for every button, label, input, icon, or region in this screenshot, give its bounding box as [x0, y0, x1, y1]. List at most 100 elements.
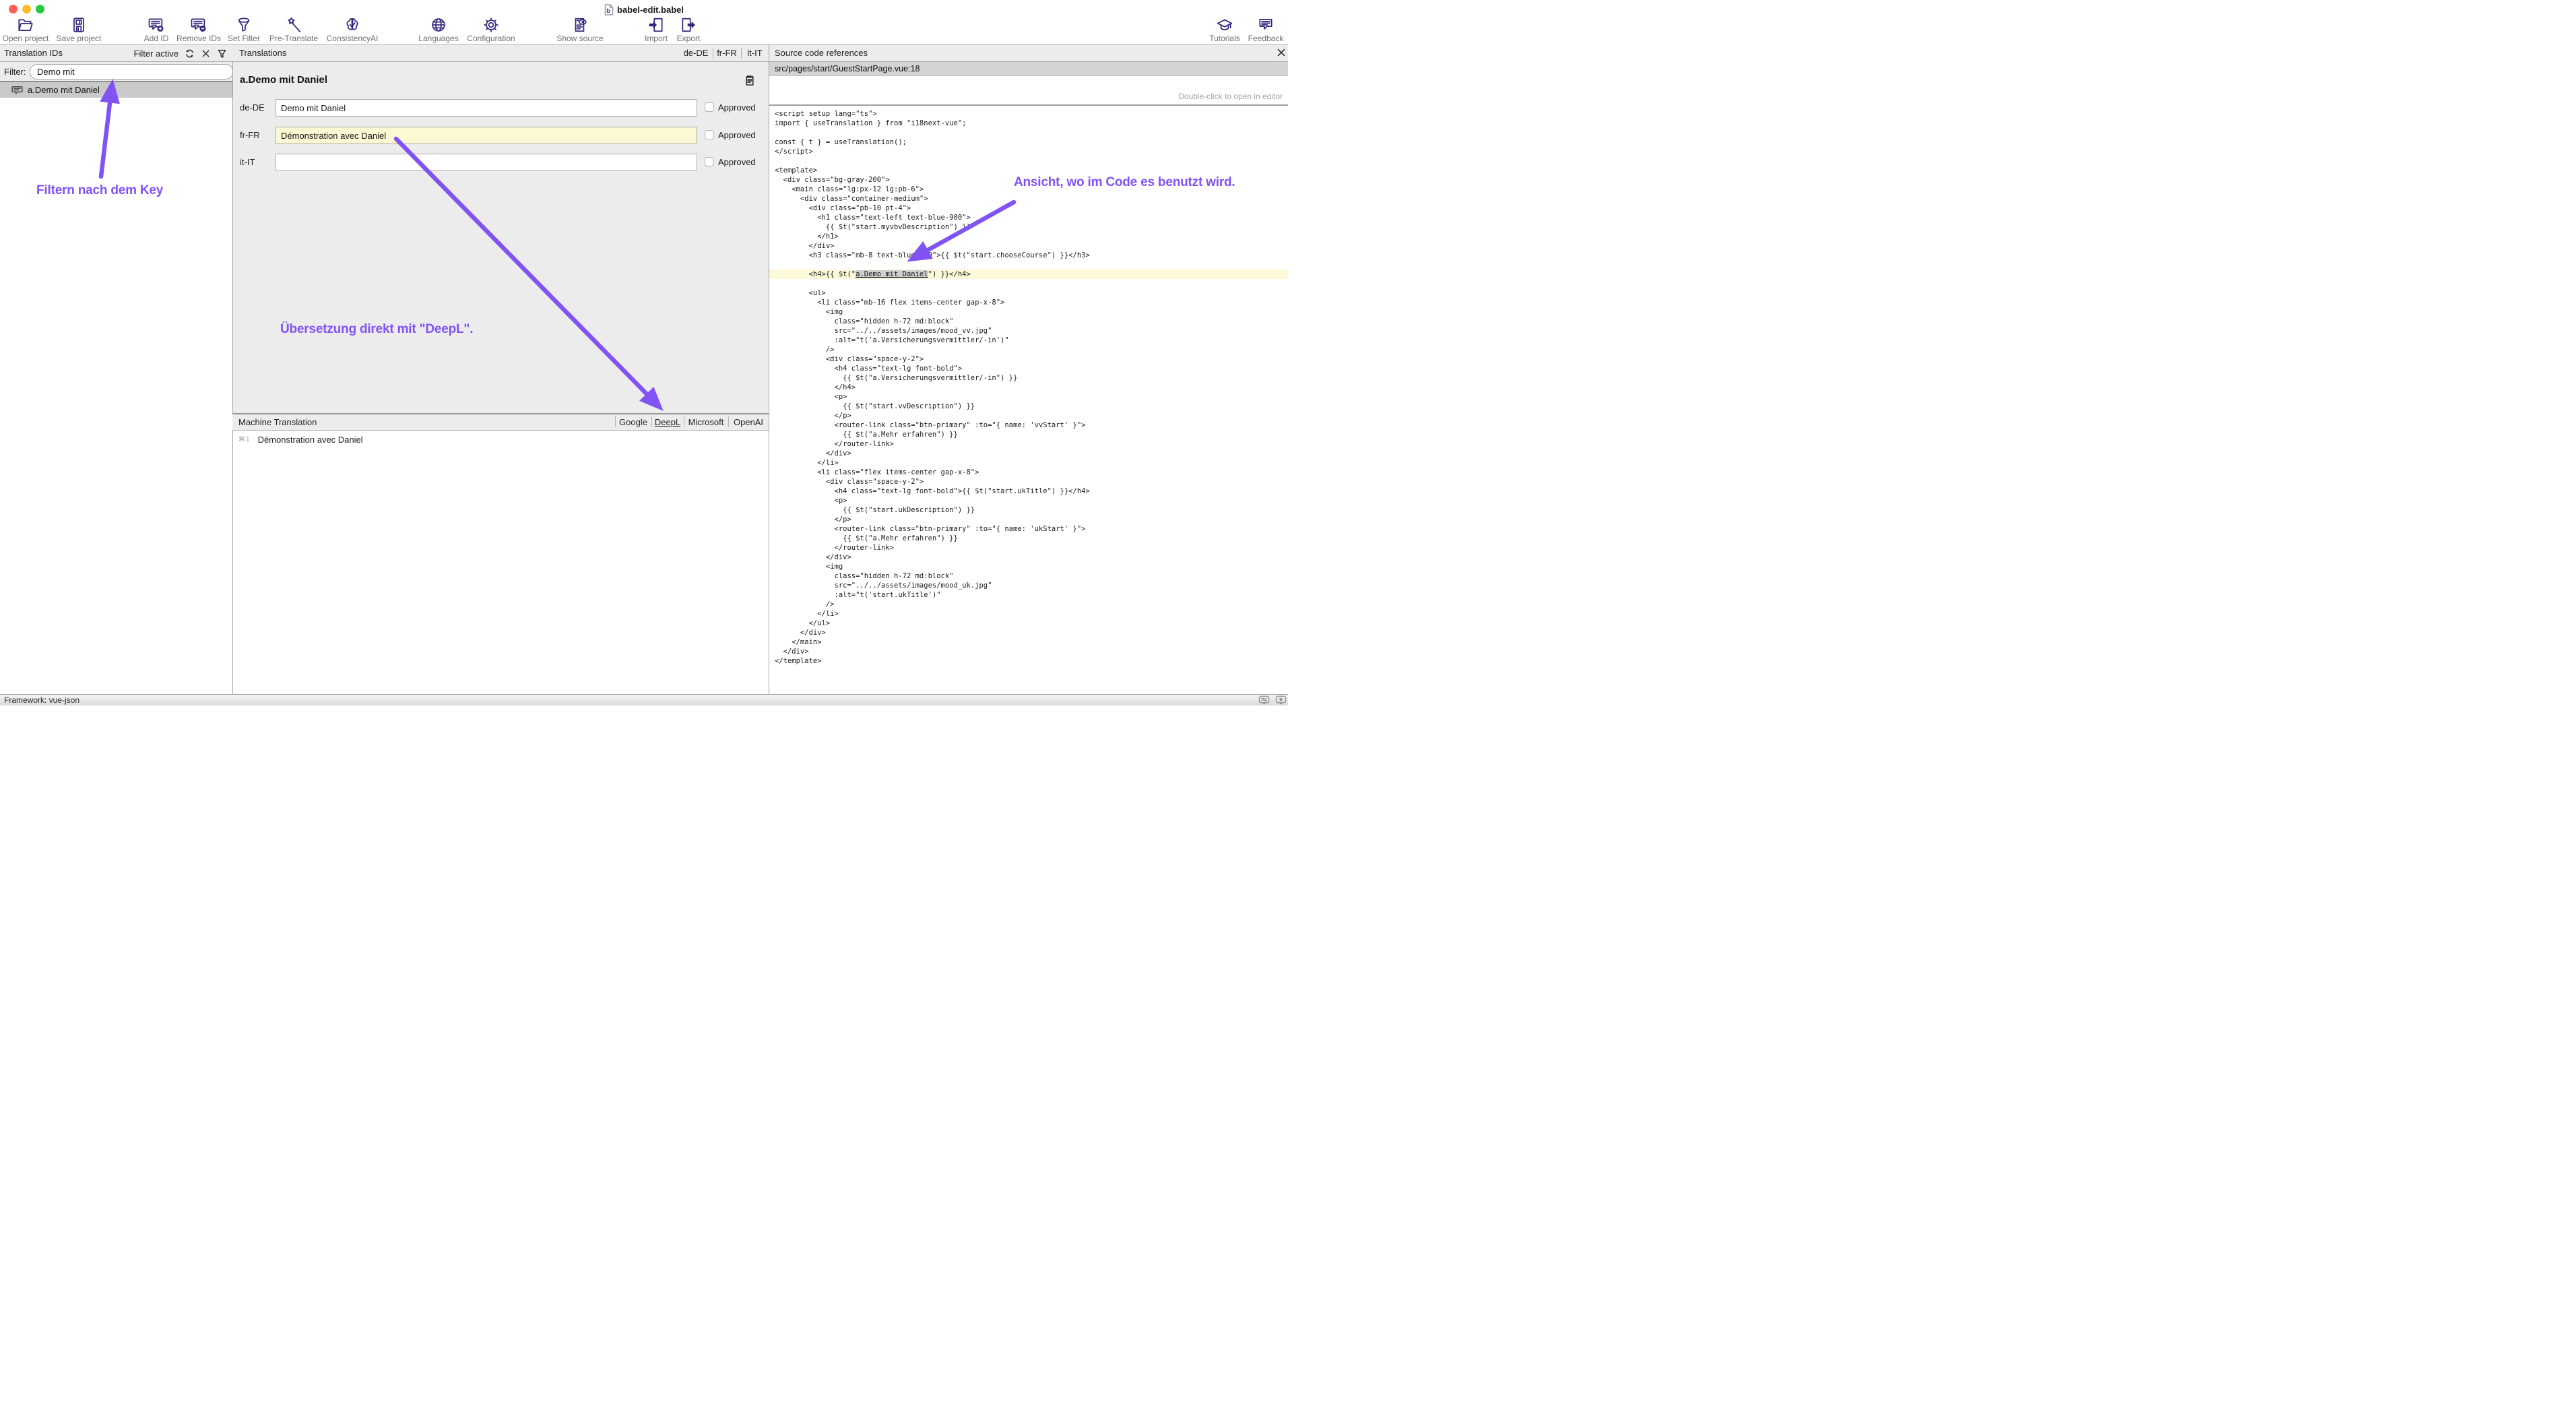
row-language-label: de-DE: [240, 102, 265, 113]
mt-provider-tab-microsoft[interactable]: Microsoft: [684, 414, 728, 430]
close-icon[interactable]: [1276, 47, 1287, 58]
filter-input[interactable]: [30, 64, 233, 80]
filter-annotation: Filtern nach dem Key: [36, 183, 163, 198]
code-line: <div class="pb-10 pt-4">: [769, 203, 1288, 213]
export-icon: [680, 16, 697, 34]
show-source-icon: [571, 16, 589, 34]
code-line: <ul>: [769, 288, 1288, 298]
code-line: </h4>: [769, 383, 1288, 392]
approved-checkbox-fr-FR[interactable]: [705, 130, 714, 139]
code-line: </div>: [769, 449, 1288, 458]
code-line: />: [769, 345, 1288, 354]
translation-key-heading: a.Demo mit Daniel: [240, 74, 327, 86]
language-tab-de-DE[interactable]: de-DE: [679, 44, 713, 61]
code-line: <div class="space-y-2">: [769, 477, 1288, 487]
code-line: {{ $t("a.Versicherungsvermittler/-in") }…: [769, 373, 1288, 383]
code-line: </p>: [769, 515, 1288, 524]
code-line-highlighted: <h4>{{ $t("a.Demo mit Daniel") }}</h4>: [769, 270, 1288, 279]
toolbar-consistencyai-button[interactable]: ConsistencyAI: [311, 16, 394, 43]
code-line: </template>: [769, 656, 1288, 666]
babeledit-window: b babel-edit.babel Open projectSave proj…: [0, 0, 1288, 706]
code-line: </div>: [769, 647, 1288, 656]
translation-id-list: a.Demo mit Daniel: [0, 82, 232, 98]
code-line: <div class="space-y-2">: [769, 354, 1288, 364]
code-line: class="hidden h-72 md:block": [769, 317, 1288, 326]
code-line: <router-link class="btn-primary" :to="{ …: [769, 420, 1288, 430]
code-line: <img: [769, 562, 1288, 571]
code-line: src="../../assets/images/mood_uk.jpg": [769, 581, 1288, 590]
approved-label: Approved: [718, 102, 756, 113]
approved-label: Approved: [718, 157, 756, 167]
code-line: <li class="flex items-center gap-x-8">: [769, 468, 1288, 477]
mt-provider-tab-openai[interactable]: OpenAI: [728, 414, 769, 430]
filter-icon[interactable]: [217, 49, 227, 59]
translation-id-item[interactable]: a.Demo mit Daniel: [0, 82, 232, 98]
mt-suggestion-text[interactable]: Démonstration avec Daniel: [258, 435, 363, 445]
code-line: src="../../assets/images/mood_vv.jpg": [769, 326, 1288, 336]
mt-tab-separator: [615, 416, 616, 427]
chat-wave-icon[interactable]: [1258, 695, 1270, 706]
language-tab-it-IT[interactable]: it-IT: [741, 44, 769, 61]
filter-arrow: [101, 86, 112, 177]
source-code-references-title: Source code references: [775, 48, 868, 58]
code-line: </p>: [769, 411, 1288, 420]
approved-label: Approved: [718, 130, 756, 140]
clear-filter-icon[interactable]: [201, 49, 211, 59]
main-toolbar: Open projectSave projectAdd IDRemove IDs…: [0, 19, 1288, 44]
code-line: <div class="container-medium">: [769, 194, 1288, 203]
toolbar-show-source-button[interactable]: Show source: [538, 16, 622, 43]
code-line: </div>: [769, 553, 1288, 562]
source-file-reference[interactable]: src/pages/start/GuestStartPage.vue:18: [769, 62, 1288, 76]
mt-provider-tab-google[interactable]: Google: [615, 414, 651, 430]
code-line: </script>: [769, 147, 1288, 156]
filter-active-label: Filter active: [134, 49, 179, 59]
comment-icon: [11, 86, 23, 95]
refresh-icon[interactable]: [185, 49, 195, 59]
code-line: <p>: [769, 496, 1288, 505]
code-line: </div>: [769, 241, 1288, 251]
toolbar-configuration-button[interactable]: Configuration: [449, 16, 533, 43]
code-line: />: [769, 600, 1288, 609]
babel-file-icon: b: [604, 4, 614, 15]
translation-ids-header: Translation IDs Filter active: [0, 44, 232, 62]
chat-star-icon[interactable]: [1275, 695, 1287, 706]
code-line: <router-link class="btn-primary" :to="{ …: [769, 524, 1288, 534]
translation-input-de-DE[interactable]: [276, 99, 697, 117]
code-line: <h1 class="text-left text-blue-900">: [769, 213, 1288, 222]
language-tab-fr-FR[interactable]: fr-FR: [713, 44, 741, 61]
code-line: [769, 128, 1288, 137]
toolbar-export-button[interactable]: Export: [647, 16, 730, 43]
translation-key-token[interactable]: a.Demo mit Daniel: [856, 270, 928, 278]
set-filter-icon: [235, 16, 253, 34]
notepad-icon[interactable]: [745, 75, 754, 86]
code-divider: [769, 104, 1288, 106]
code-line: class="hidden h-72 md:block": [769, 571, 1288, 581]
code-line: </ul>: [769, 619, 1288, 628]
pre-translate-icon: [285, 16, 302, 34]
code-line: <h4 class="text-lg font-bold">{{ $t("sta…: [769, 487, 1288, 496]
mt-provider-tab-deepl[interactable]: DeepL: [651, 414, 684, 430]
code-line: </main>: [769, 637, 1288, 647]
source-code-view[interactable]: <script setup lang="ts">import { useTran…: [769, 106, 1288, 694]
svg-text:b: b: [606, 7, 610, 14]
machine-translation-title: Machine Translation: [232, 417, 317, 427]
code-line: :alt="t('start.ukTitle')": [769, 590, 1288, 600]
translations-title: Translations: [239, 48, 286, 58]
toolbar-save-project-button[interactable]: Save project: [37, 16, 121, 43]
approved-checkbox-de-DE[interactable]: [705, 102, 714, 112]
code-line: <h4 class="text-lg font-bold">: [769, 364, 1288, 373]
approved-checkbox-it-IT[interactable]: [705, 157, 714, 166]
mt-suggestion-row[interactable]: ⌘1 Démonstration avec Daniel: [238, 435, 363, 445]
code-line: const { t } = useTranslation();: [769, 137, 1288, 147]
row-language-label: it-IT: [240, 157, 255, 167]
code-line: [769, 279, 1288, 288]
deepl-annotation: Übersetzung direkt mit "DeepL".: [280, 322, 473, 337]
toolbar-feedback-button[interactable]: Feedback: [1224, 16, 1288, 43]
code-annotation: Ansicht, wo im Code es benutzt wird.: [1014, 175, 1235, 190]
translation-input-it-IT[interactable]: [276, 154, 697, 171]
mt-shortcut-badge: ⌘1: [238, 436, 251, 443]
code-line: <li class="mb-16 flex items-center gap-x…: [769, 298, 1288, 307]
code-line: {{ $t("start.vvDescription") }}: [769, 402, 1288, 411]
translation-input-fr-FR[interactable]: [276, 127, 697, 144]
code-line: <h3 class="mb-8 text-blue-900">{{ $t("st…: [769, 251, 1288, 260]
